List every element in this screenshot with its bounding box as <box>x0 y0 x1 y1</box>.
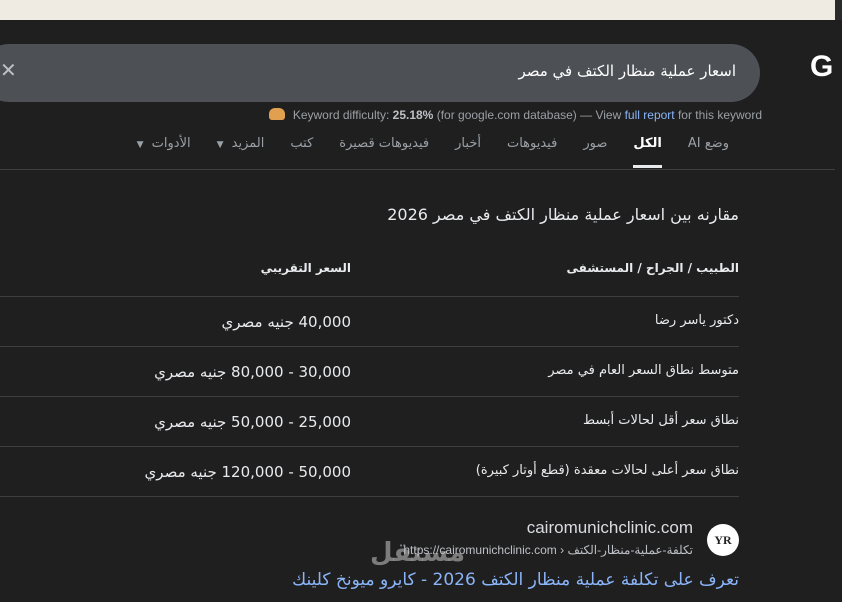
chevron-down-icon: ▼ <box>136 140 144 150</box>
keyword-difficulty-line: Keyword difficulty: 25.18% (for google.c… <box>269 108 762 122</box>
kd-label: Keyword difficulty: <box>292 108 390 122</box>
tab-news[interactable]: أخبار <box>442 134 494 160</box>
keyword-tool-icon <box>269 108 286 120</box>
search-bar[interactable]: ✕ اسعار عملية منظار الكتف في مصر <box>0 44 760 102</box>
chevron-down-icon: ▼ <box>216 140 224 150</box>
watermark: مستقل <box>370 538 466 568</box>
search-tabs: وضع AI الكل صور فيديوهات أخبار فيديوهات … <box>124 134 742 168</box>
tab-images[interactable]: صور <box>570 134 620 160</box>
cell-provider: نطاق سعر أقل لحالات أبسط <box>583 413 739 428</box>
search-input[interactable]: اسعار عملية منظار الكتف في مصر <box>518 62 736 80</box>
table-header-row: الطبيب / الجراح / المستشفى السعر التقريب… <box>0 245 739 297</box>
full-report-link[interactable]: full report <box>625 108 675 122</box>
tab-tools[interactable]: الأدوات ▼ <box>124 134 204 160</box>
site-favicon: YR <box>707 524 739 556</box>
table-row: دكتور ياسر رضا 40,000 جنيه مصري <box>0 297 739 347</box>
result-title-link[interactable]: تعرف على تكلفة عملية منظار الكتف 2026 - … <box>292 570 739 590</box>
cell-price: 40,000 جنيه مصري <box>221 313 351 331</box>
table-row: نطاق سعر أعلى لحالات معقدة (قطع أوتار كب… <box>0 447 739 497</box>
tab-more[interactable]: المزيد ▼ <box>204 134 278 160</box>
window-edge <box>835 0 842 20</box>
cell-provider: متوسط نطاق السعر العام في مصر <box>548 363 739 378</box>
comparison-heading: مقارنه بين اسعار عملية منظار الكتف في مص… <box>387 205 739 224</box>
tab-short-videos[interactable]: فيديوهات قصيرة <box>326 134 442 160</box>
kd-suffix: for this keyword <box>677 108 762 122</box>
table-row: متوسط نطاق السعر العام في مصر 30,000 - 8… <box>0 347 739 397</box>
tab-all[interactable]: الكل <box>620 134 675 168</box>
cell-provider: نطاق سعر أعلى لحالات معقدة (قطع أوتار كب… <box>475 463 739 478</box>
header-price: السعر التقريبي <box>260 261 351 275</box>
browser-top-strip <box>0 0 835 20</box>
cell-provider: دكتور ياسر رضا <box>654 313 739 328</box>
cell-price: 30,000 - 80,000 جنيه مصري <box>154 363 351 381</box>
google-logo[interactable]: G <box>810 50 833 84</box>
tab-more-label: المزيد <box>231 136 265 151</box>
divider <box>0 169 835 170</box>
cell-price: 25,000 - 50,000 جنيه مصري <box>154 413 351 431</box>
kd-db: (for google.com database) — View <box>436 108 622 122</box>
kd-percent: 25.18% <box>392 108 434 122</box>
tab-books[interactable]: كتب <box>277 134 326 160</box>
header-provider: الطبيب / الجراح / المستشفى <box>566 261 739 275</box>
close-icon[interactable]: ✕ <box>0 60 17 80</box>
cell-price: 50,000 - 120,000 جنيه مصري <box>144 463 351 481</box>
tab-ai-mode[interactable]: وضع AI <box>675 134 742 160</box>
comparison-table: الطبيب / الجراح / المستشفى السعر التقريب… <box>0 245 739 497</box>
tab-tools-label: الأدوات <box>151 136 191 151</box>
tab-videos[interactable]: فيديوهات <box>494 134 570 160</box>
table-row: نطاق سعر أقل لحالات أبسط 25,000 - 50,000… <box>0 397 739 447</box>
site-name[interactable]: cairomunichclinic.com <box>527 518 693 538</box>
